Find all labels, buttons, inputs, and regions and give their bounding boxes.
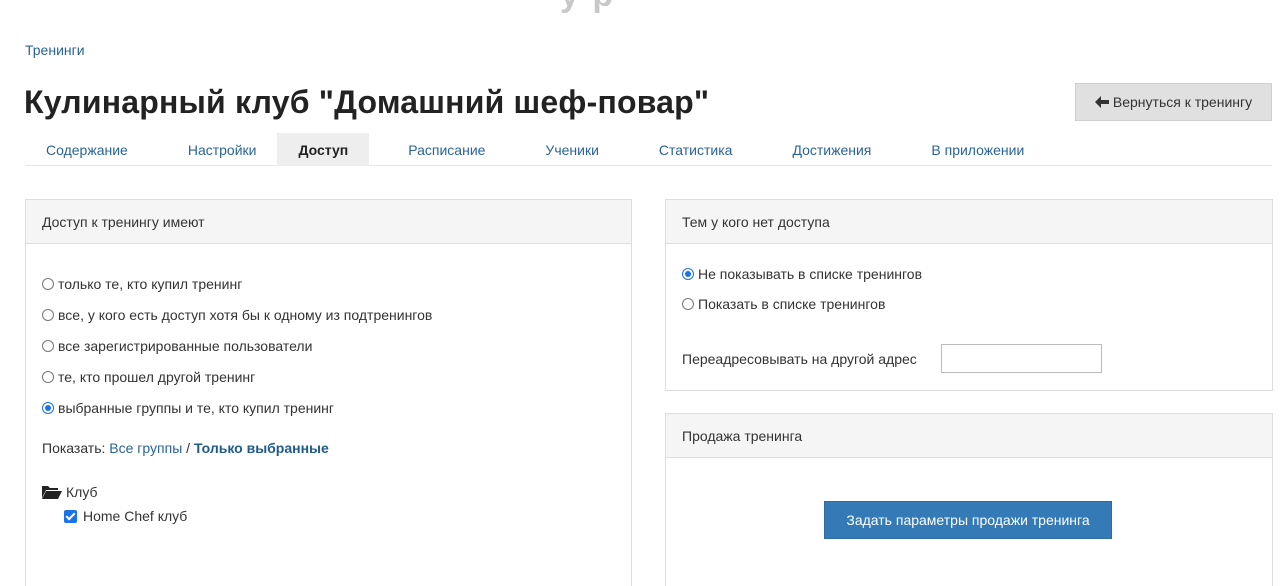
tab-settings[interactable]: Настройки (149, 133, 278, 166)
radio-label: все зарегистрированные пользователи (58, 338, 313, 354)
access-option-other-training[interactable]: те, кто прошел другой тренинг (42, 369, 255, 385)
radio-button[interactable] (42, 340, 54, 352)
group-checkbox[interactable] (64, 509, 77, 523)
show-in-list-option[interactable]: Показать в списке тренингов (682, 296, 885, 312)
tab-in-app[interactable]: В приложении (892, 133, 1045, 166)
no-access-panel: Тем у кого нет доступа Не показывать в с… (665, 199, 1273, 391)
access-option-subtrainings[interactable]: все, у кого есть доступ хотя бы к одному… (42, 307, 432, 323)
filter-selected-only-link[interactable]: Только выбранные (194, 440, 329, 456)
clipped-header-fragment: у р (560, 0, 615, 15)
tab-statistics[interactable]: Статистика (620, 133, 754, 166)
set-sale-params-button[interactable]: Задать параметры продажи тренинга (824, 501, 1112, 539)
tab-students[interactable]: Ученики (506, 133, 619, 166)
radio-button[interactable] (682, 298, 694, 310)
filter-separator: / (182, 440, 194, 456)
redirect-url-input[interactable] (941, 344, 1102, 373)
group-filter: Показать: Все группы / Только выбранные (42, 440, 329, 456)
tab-schedule[interactable]: Расписание (369, 133, 506, 166)
access-panel-title: Доступ к тренингу имеют (26, 200, 631, 244)
radio-label: те, кто прошел другой тренинг (58, 369, 256, 385)
folder-label: Клуб (66, 484, 98, 500)
radio-button[interactable] (42, 371, 54, 383)
group-item[interactable]: Home Chef клуб (64, 508, 187, 524)
radio-button[interactable] (42, 278, 54, 290)
access-option-registered[interactable]: все зарегистрированные пользователи (42, 338, 312, 354)
no-access-panel-title: Тем у кого нет доступа (666, 200, 1272, 244)
folder-open-icon (42, 486, 62, 499)
radio-label: только те, кто купил тренинг (58, 276, 243, 292)
access-option-buyers[interactable]: только те, кто купил тренинг (42, 276, 242, 292)
access-panel: Доступ к тренингу имеют только те, кто к… (25, 199, 632, 586)
group-folder[interactable]: Клуб (42, 484, 98, 500)
arrow-left-icon (1094, 96, 1109, 108)
group-label: Home Chef клуб (83, 508, 188, 524)
page-title: Кулинарный клуб "Домашний шеф-повар" (24, 84, 710, 120)
back-to-training-button[interactable]: Вернуться к тренингу (1075, 83, 1272, 121)
sale-panel: Продажа тренинга Задать параметры продаж… (665, 413, 1273, 586)
group-filter-label: Показать: (42, 440, 106, 456)
back-button-label: Вернуться к тренингу (1112, 94, 1253, 110)
filter-all-groups-link[interactable]: Все группы (109, 440, 182, 456)
radio-button-checked[interactable] (42, 402, 54, 414)
radio-label: Показать в списке тренингов (698, 296, 886, 312)
tab-achievements[interactable]: Достижения (753, 133, 892, 166)
radio-label: все, у кого есть доступ хотя бы к одному… (58, 307, 433, 323)
radio-label: Не показывать в списке тренингов (698, 266, 923, 282)
access-option-selected-groups[interactable]: выбранные группы и те, кто купил тренинг (42, 400, 334, 416)
radio-button[interactable] (42, 309, 54, 321)
radio-label: выбранные группы и те, кто купил тренинг (58, 400, 335, 416)
tab-access[interactable]: Доступ (277, 133, 370, 166)
breadcrumb-trainings[interactable]: Тренинги (25, 42, 85, 58)
hide-in-list-option[interactable]: Не показывать в списке тренингов (682, 266, 922, 282)
radio-button-checked[interactable] (682, 268, 694, 280)
redirect-label: Переадресовывать на другой адрес (682, 351, 917, 367)
sale-panel-title: Продажа тренинга (666, 414, 1272, 458)
tab-content[interactable]: Содержание (25, 133, 149, 166)
tabs-bar: Содержание Настройки Доступ Расписание У… (25, 133, 1272, 166)
